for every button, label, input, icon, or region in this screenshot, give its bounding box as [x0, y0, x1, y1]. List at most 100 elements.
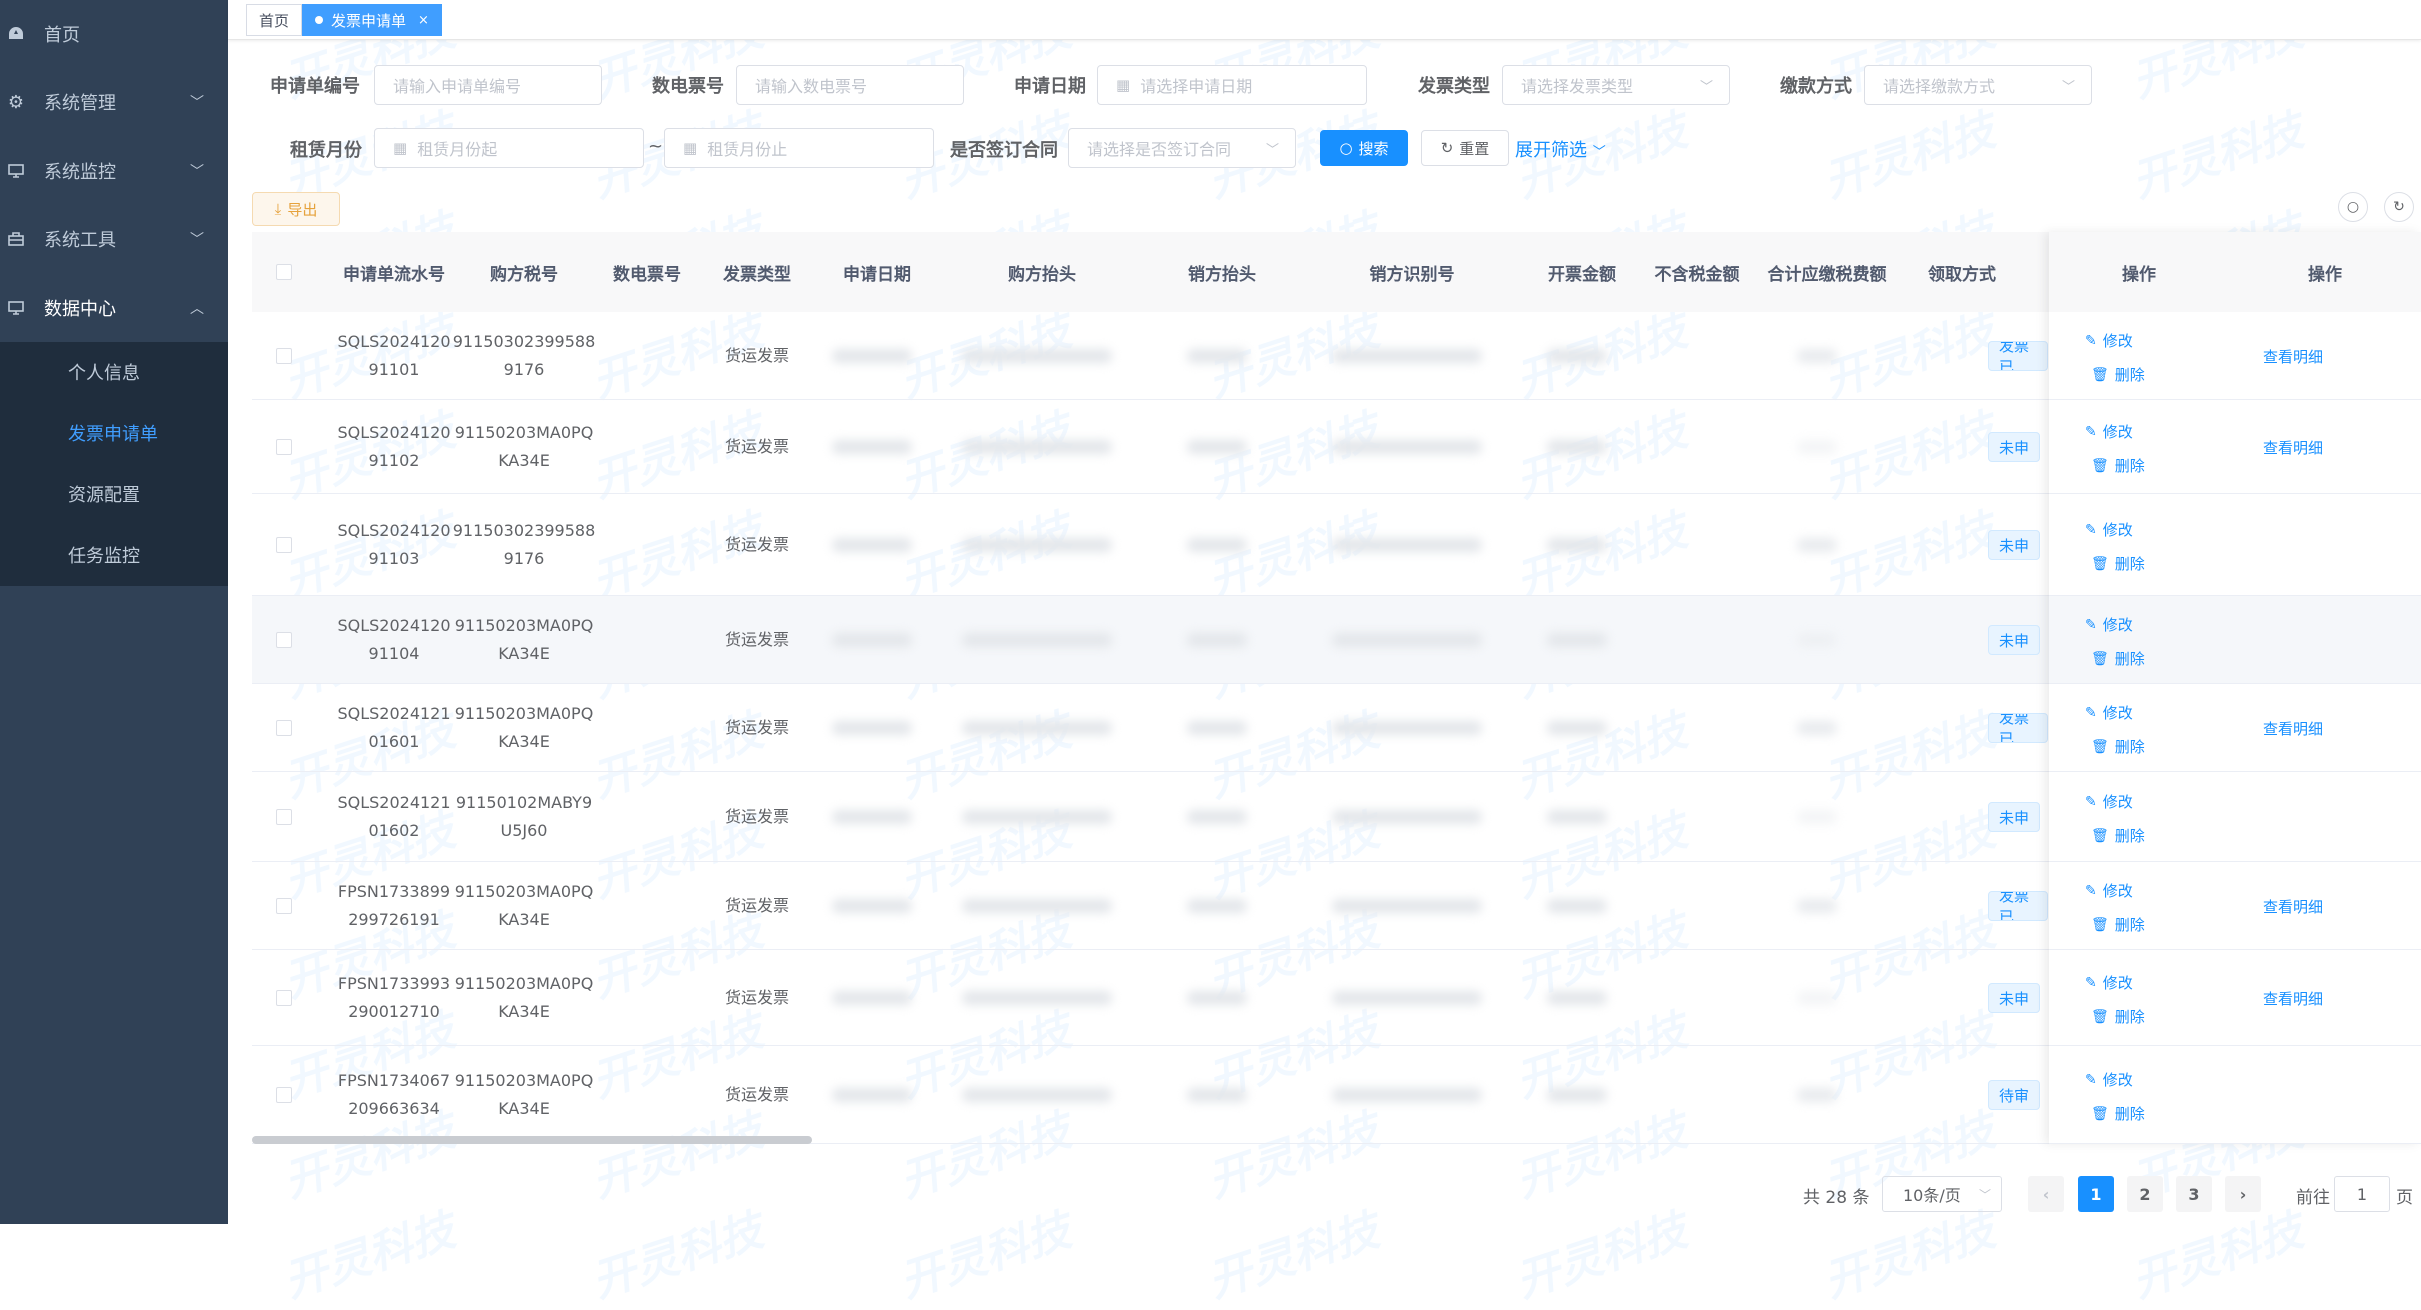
- delete-button[interactable]: 🗑 删除: [2091, 553, 2145, 574]
- delete-button[interactable]: 🗑 删除: [2091, 455, 2145, 476]
- edit-button[interactable]: ✎ 修改: [2085, 1069, 2133, 1090]
- refresh-button[interactable]: ↻: [2384, 192, 2414, 222]
- sidebar-subitem-profile[interactable]: 个人信息: [0, 342, 228, 402]
- redacted-cell: [962, 1088, 1112, 1102]
- tags-view-bar: 首页 发票申请单 ×: [228, 0, 2421, 40]
- operation-cell: ✎ 修改 🗑 删除: [2049, 596, 2421, 684]
- toggle-search-button[interactable]: ○: [2338, 192, 2368, 222]
- sidebar-item-system-tools[interactable]: 系统工具 ﹀: [0, 205, 228, 273]
- delete-button[interactable]: 🗑 删除: [2091, 914, 2145, 935]
- delete-button[interactable]: 🗑 删除: [2091, 825, 2145, 846]
- view-detail-link[interactable]: 查看明细: [2263, 718, 2323, 739]
- delete-label: 删除: [2114, 650, 2145, 668]
- serial-cell: SQLS2024121 01602: [324, 772, 464, 862]
- row-checkbox[interactable]: [276, 720, 292, 736]
- contract-select[interactable]: 请选择是否签订合同 ﹀: [1068, 128, 1296, 168]
- delete-button[interactable]: 🗑 删除: [2091, 736, 2145, 757]
- goto-page-input[interactable]: 1: [2334, 1176, 2390, 1212]
- status-badge: 发票已: [1988, 713, 2048, 743]
- page-size-select[interactable]: 10条/页 ﹀: [1882, 1176, 2002, 1212]
- serial-line: FPSN1733993: [337, 974, 451, 993]
- apply-date-picker[interactable]: ▦ 请选择申请日期: [1097, 65, 1367, 105]
- digital-no-input[interactable]: 请输入数电票号: [736, 65, 964, 105]
- view-detail-link[interactable]: 查看明细: [2263, 896, 2323, 917]
- trash-icon: 🗑: [2091, 1008, 2109, 1025]
- chevron-down-icon: ﹀: [1592, 145, 1606, 160]
- edit-label: 修改: [2102, 1071, 2133, 1089]
- row-checkbox[interactable]: [276, 439, 292, 455]
- delete-button[interactable]: 🗑 删除: [2091, 648, 2145, 669]
- delete-label: 删除: [2114, 1008, 2145, 1026]
- delete-label: 删除: [2114, 555, 2145, 573]
- edit-button[interactable]: ✎ 修改: [2085, 791, 2133, 812]
- edit-button[interactable]: ✎ 修改: [2085, 702, 2133, 723]
- page-button[interactable]: 3: [2176, 1176, 2212, 1212]
- search-button[interactable]: ○ 搜索: [1320, 130, 1408, 166]
- redacted-cell: [832, 633, 912, 647]
- pay-method-select[interactable]: 请选择缴款方式 ﹀: [1864, 65, 2092, 105]
- serial-line: SQLS2024121: [337, 793, 451, 812]
- row-checkbox[interactable]: [276, 809, 292, 825]
- row-checkbox[interactable]: [276, 898, 292, 914]
- expand-filter-link[interactable]: 展开筛选 ﹀: [1515, 136, 1606, 162]
- view-detail-link[interactable]: 查看明细: [2263, 988, 2323, 1009]
- sidebar-item-system-monitor[interactable]: 系统监控 ﹀: [0, 137, 228, 205]
- watermark-text: 开灵科技: [1509, 1204, 1693, 1308]
- row-checkbox[interactable]: [276, 632, 292, 648]
- lease-month-label: 租赁月份: [290, 140, 362, 161]
- view-detail-link[interactable]: 查看明细: [2263, 346, 2323, 367]
- row-checkbox[interactable]: [276, 537, 292, 553]
- monitor-icon: [6, 161, 26, 181]
- sidebar-subitem-invoice-application[interactable]: 发票申请单: [0, 403, 228, 463]
- download-icon: ⤓: [274, 200, 282, 218]
- delete-button[interactable]: 🗑 删除: [2091, 364, 2145, 385]
- sidebar-item-system-management[interactable]: ⚙ 系统管理 ﹀: [0, 68, 228, 136]
- tab-home[interactable]: 首页: [246, 4, 303, 36]
- status-badge: 未申: [1988, 530, 2041, 560]
- export-button[interactable]: ⤓ 导出: [252, 192, 340, 226]
- edit-label: 修改: [2102, 521, 2133, 539]
- redacted-cell: [1797, 1088, 1837, 1102]
- operation-cell: ✎ 修改 🗑 删除 查看明细: [2049, 862, 2421, 950]
- edit-button[interactable]: ✎ 修改: [2085, 614, 2133, 635]
- edit-button[interactable]: ✎ 修改: [2085, 972, 2133, 993]
- close-icon[interactable]: ×: [418, 13, 429, 28]
- lease-month-end-picker[interactable]: ▦ 租赁月份止: [664, 128, 934, 168]
- select-all-checkbox[interactable]: [276, 264, 292, 280]
- sidebar-subitem-task-monitor[interactable]: 任务监控: [0, 525, 228, 585]
- serial-line: 299726191: [348, 910, 440, 929]
- edit-icon: ✎: [2085, 332, 2097, 349]
- status-text: 未申: [1999, 989, 2030, 1008]
- tab-label: 发票申请单: [331, 11, 407, 30]
- horizontal-scrollbar[interactable]: [252, 1136, 812, 1144]
- apply-no-input[interactable]: 请输入申请单编号: [374, 65, 602, 105]
- page-button[interactable]: 2: [2127, 1176, 2163, 1212]
- row-checkbox[interactable]: [276, 1087, 292, 1103]
- sidebar-item-label: 首页: [44, 25, 80, 46]
- sidebar-item-data-center[interactable]: 数据中心 ︿: [0, 274, 228, 342]
- chevron-down-icon: ﹀: [190, 232, 204, 248]
- view-detail-link[interactable]: 查看明细: [2263, 437, 2323, 458]
- edit-button[interactable]: ✎ 修改: [2085, 421, 2133, 442]
- row-checkbox[interactable]: [276, 990, 292, 1006]
- redacted-cell: [1332, 538, 1482, 552]
- invoice-type-select[interactable]: 请选择发票类型 ﹀: [1502, 65, 1730, 105]
- prev-page-button[interactable]: ‹: [2028, 1176, 2064, 1212]
- edit-button[interactable]: ✎ 修改: [2085, 519, 2133, 540]
- sidebar-subitem-resource-config[interactable]: 资源配置: [0, 464, 228, 524]
- sidebar-subitem-label: 资源配置: [68, 485, 140, 506]
- reset-button[interactable]: ↻ 重置: [1421, 130, 1509, 166]
- redacted-cell: [1187, 1088, 1247, 1102]
- page-button[interactable]: 1: [2078, 1176, 2114, 1212]
- reset-button-label: 重置: [1459, 139, 1490, 158]
- edit-button[interactable]: ✎ 修改: [2085, 330, 2133, 351]
- next-page-button[interactable]: ›: [2225, 1176, 2261, 1212]
- lease-month-start-picker[interactable]: ▦ 租赁月份起: [374, 128, 644, 168]
- trash-icon: 🗑: [2091, 738, 2109, 755]
- row-checkbox[interactable]: [276, 348, 292, 364]
- edit-button[interactable]: ✎ 修改: [2085, 880, 2133, 901]
- delete-button[interactable]: 🗑 删除: [2091, 1103, 2145, 1124]
- tab-invoice-application[interactable]: 发票申请单 ×: [302, 4, 442, 36]
- sidebar-item-home[interactable]: 首页: [0, 0, 228, 68]
- delete-button[interactable]: 🗑 删除: [2091, 1006, 2145, 1027]
